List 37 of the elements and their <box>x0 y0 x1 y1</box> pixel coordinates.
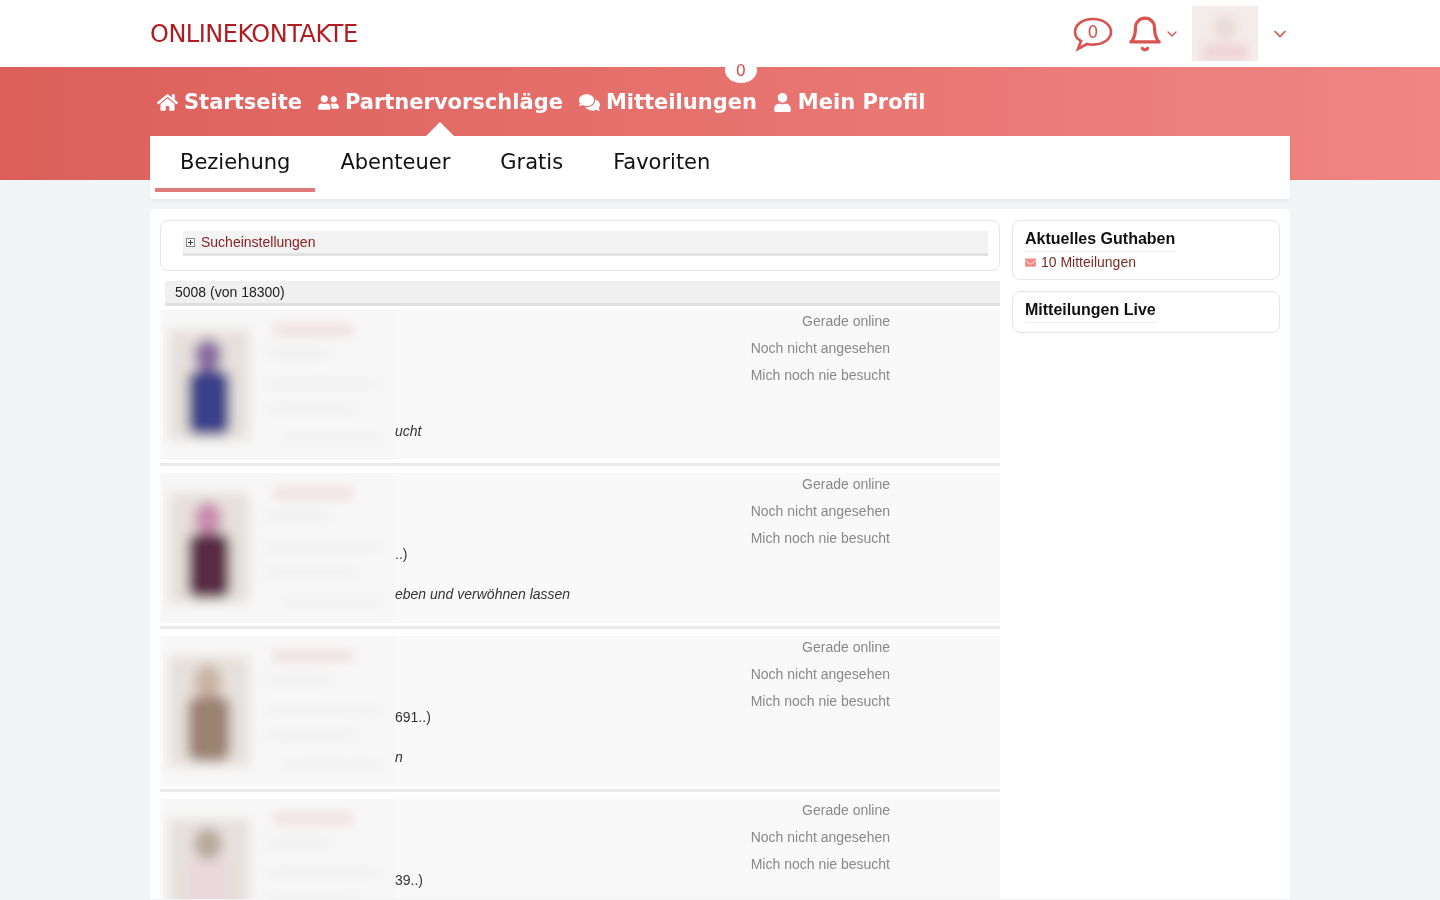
status-text: Gerade online <box>802 476 890 493</box>
profile-card[interactable]: ucht Gerade online Noch nicht angesehen Mich noch nie besucht <box>160 310 1000 463</box>
status-text: Gerade online <box>802 313 890 330</box>
status-text: Mich noch nie besucht <box>750 530 890 547</box>
profile-info: 691..) <box>395 709 432 727</box>
messages-button[interactable]: 0 <box>1072 15 1114 52</box>
profile-motto: eben und verwöhnen lassen <box>395 586 572 604</box>
search-settings-toggle[interactable]: Sucheinstellungen <box>183 231 988 256</box>
chat-icon <box>578 91 600 113</box>
tab[interactable]: Abenteuer <box>315 136 476 192</box>
status-text: Noch nicht angesehen <box>750 340 890 357</box>
status-text: Mich noch nie besucht <box>750 367 890 384</box>
tab[interactable]: Gratis <box>475 136 589 192</box>
profile-card[interactable]: ..) eben und verwöhnen lassen Gerade online Noch nicht angesehen Mich noch nie besucht <box>160 473 1000 626</box>
status-text: Mich noch nie besucht <box>750 693 890 710</box>
envelope-icon <box>1025 256 1036 268</box>
tab[interactable]: Favoriten <box>588 136 736 192</box>
user-icon <box>772 92 792 112</box>
status-text: Mich noch nie besucht <box>750 856 890 873</box>
status-text: Noch nicht angesehen <box>750 666 890 683</box>
profile-card[interactable]: 691..) n Gerade online Noch nicht angesehen Mich noch nie besucht <box>160 636 1000 789</box>
logo[interactable]: ONLINEKONTAKTE <box>150 19 358 48</box>
status-text: Noch nicht angesehen <box>750 829 890 846</box>
profile-info: 39..) <box>395 872 424 890</box>
home-icon <box>157 91 178 113</box>
status-text: Gerade online <box>802 639 890 656</box>
status-text: Gerade online <box>802 802 890 819</box>
profile-info: ..) <box>395 546 409 564</box>
card-title: Aktuelles Guthaben <box>1025 230 1176 252</box>
profile-motto: n <box>395 749 404 767</box>
profile-card[interactable]: 39..) Gerade online Noch nicht angesehen Mich noch nie besucht <box>160 799 1000 899</box>
profile-motto: ucht <box>395 423 423 441</box>
result-count: 5008 (von 18300) <box>165 281 1000 306</box>
status-text: Noch nicht angesehen <box>750 503 890 520</box>
card-title: Mitteilungen Live <box>1025 301 1156 323</box>
credit-text: 10 Mitteilungen <box>1041 254 1136 270</box>
tab[interactable]: Beziehung <box>155 136 316 192</box>
